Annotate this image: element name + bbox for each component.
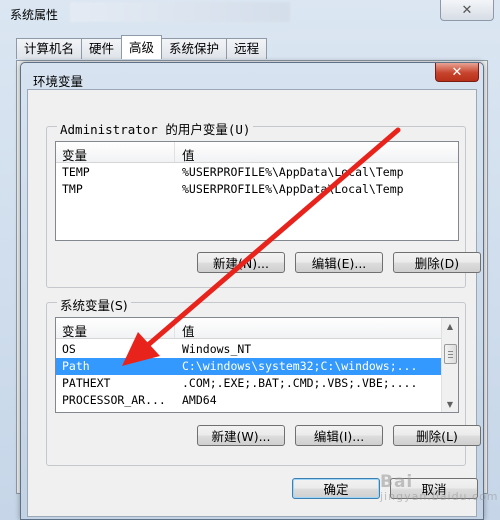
table-row[interactable]: TEMP %USERPROFILE%\AppData\Local\Temp bbox=[56, 164, 458, 181]
scroll-up-icon[interactable]: ▲ bbox=[442, 318, 458, 334]
close-icon: ✕ bbox=[451, 64, 463, 80]
system-edit-button[interactable]: 编辑(I)... bbox=[295, 425, 383, 446]
scroll-thumb[interactable] bbox=[444, 344, 457, 364]
table-row[interactable]: TMP %USERPROFILE%\AppData\Local\Temp bbox=[56, 181, 458, 198]
tab-hardware[interactable]: 硬件 bbox=[81, 38, 123, 59]
var-value: .COM;.EXE;.BAT;.CMD;.VBS;.VBE;.... bbox=[182, 376, 418, 390]
system-variables-group: 系统变量(S) 变量 值 OS Windows_NT Path C:\windo… bbox=[46, 295, 481, 466]
watermark-sub: jingyan.baidu.com bbox=[380, 490, 499, 503]
title-blur bbox=[70, 2, 290, 22]
var-value: C:\windows\system32;C:\windows;... bbox=[182, 359, 418, 373]
close-icon: ✕ bbox=[461, 2, 473, 18]
var-name: PROCESSOR_AR... bbox=[62, 393, 166, 407]
table-row[interactable]: OS Windows_NT bbox=[56, 341, 441, 358]
watermark-logo: Bai jingyan.baidu.com bbox=[380, 472, 499, 503]
tab-strip: 计算机名 硬件 高级 系统保护 远程 bbox=[16, 35, 268, 60]
user-variables-label: Administrator 的用户变量(U) bbox=[57, 119, 254, 138]
user-new-button[interactable]: 新建(N)... bbox=[197, 252, 285, 273]
var-name: TEMP bbox=[62, 165, 90, 179]
tab-remote[interactable]: 远程 bbox=[226, 38, 268, 59]
var-name: PATHEXT bbox=[62, 376, 111, 390]
tab-system-protection[interactable]: 系统保护 bbox=[161, 38, 228, 59]
tab-computer-name[interactable]: 计算机名 bbox=[16, 38, 83, 59]
system-variables-list[interactable]: 变量 值 OS Windows_NT Path C:\windows\syste… bbox=[55, 317, 459, 413]
var-value: AMD64 bbox=[182, 393, 217, 407]
system-new-button[interactable]: 新建(W)... bbox=[197, 425, 285, 446]
var-name: TMP bbox=[62, 182, 83, 196]
col-header-name[interactable]: 变量 bbox=[62, 145, 87, 164]
tab-advanced[interactable]: 高级 bbox=[121, 35, 163, 59]
col-header-value[interactable]: 值 bbox=[182, 321, 195, 340]
col-header-name[interactable]: 变量 bbox=[62, 321, 87, 340]
table-row[interactable]: PROCESSOR_AR... AMD64 bbox=[56, 392, 441, 409]
dialog-close-button[interactable]: ✕ bbox=[435, 63, 479, 82]
watermark-text: Bai bbox=[380, 472, 414, 492]
table-row[interactable]: PATHEXT .COM;.EXE;.BAT;.CMD;.VBS;.VBE;..… bbox=[56, 375, 441, 392]
var-value: Windows_NT bbox=[182, 342, 252, 356]
user-variables-group: Administrator 的用户变量(U) 变量 值 TEMP %USERPR… bbox=[46, 119, 481, 288]
dialog-client-area: Administrator 的用户变量(U) 变量 值 TEMP %USERPR… bbox=[27, 89, 481, 517]
dialog-title: 环境变量 bbox=[33, 74, 84, 89]
user-list-header: 变量 值 bbox=[56, 142, 458, 163]
ok-button[interactable]: 确定 bbox=[292, 478, 380, 499]
outer-window-title: 系统属性 bbox=[10, 8, 59, 22]
system-variables-label: 系统变量(S) bbox=[57, 295, 131, 314]
system-list-header: 变量 值 bbox=[56, 318, 441, 339]
table-row-selected[interactable]: Path C:\windows\system32;C:\windows;... bbox=[56, 358, 441, 375]
col-header-value[interactable]: 值 bbox=[182, 145, 195, 164]
var-value: %USERPROFILE%\AppData\Local\Temp bbox=[182, 182, 404, 196]
user-edit-button[interactable]: 编辑(E)... bbox=[295, 252, 383, 273]
outer-close-button[interactable]: ✕ bbox=[440, 0, 494, 21]
user-variables-list[interactable]: 变量 值 TEMP %USERPROFILE%\AppData\Local\Te… bbox=[55, 141, 459, 241]
vertical-scrollbar[interactable]: ▲ ▼ bbox=[441, 318, 458, 412]
var-name: OS bbox=[62, 342, 76, 356]
scroll-down-icon[interactable]: ▼ bbox=[442, 396, 458, 412]
environment-variables-dialog: 环境变量 ✕ Administrator 的用户变量(U) 变量 值 TEMP … bbox=[20, 62, 484, 520]
var-name: Path bbox=[62, 359, 90, 373]
user-delete-button[interactable]: 删除(D) bbox=[393, 252, 481, 273]
system-delete-button[interactable]: 删除(L) bbox=[393, 425, 481, 446]
var-value: %USERPROFILE%\AppData\Local\Temp bbox=[182, 165, 404, 179]
